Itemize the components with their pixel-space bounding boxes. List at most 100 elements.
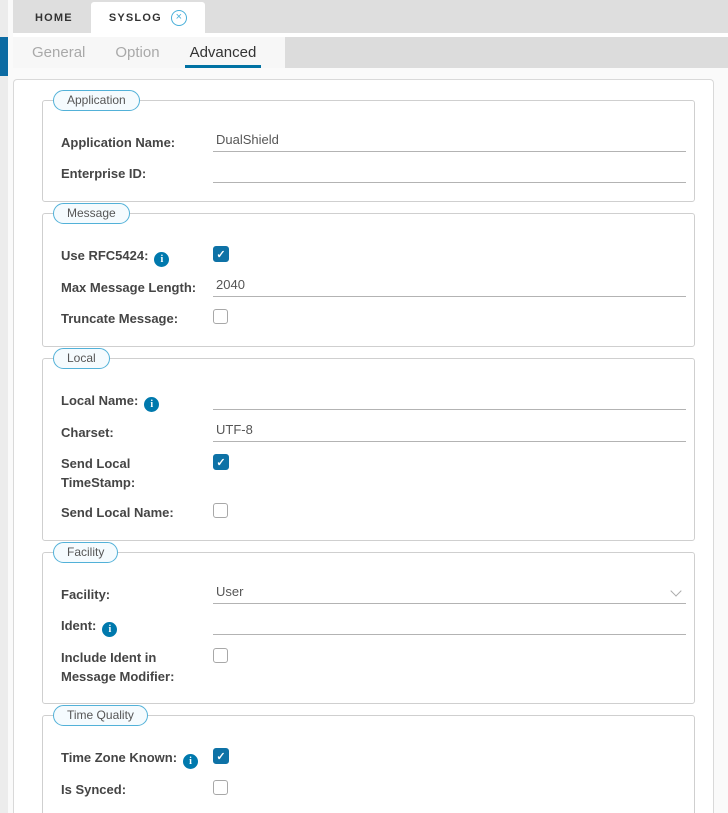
field-control [213,244,686,263]
field-row-facility: Facility: User [61,583,686,605]
application-name-input[interactable]: DualShield [213,131,686,152]
field-label: Max Message Length: [61,276,213,297]
field-row-is-synced: Is Synced: [61,778,686,800]
field-label: Ident:i [61,614,213,637]
field-control: User [213,583,686,604]
tab-syslog-label: SYSLOG [109,12,162,24]
fieldset-rows: Facility: User Ident:i Include Ident in … [61,583,686,686]
field-control [213,389,686,410]
fieldset-legend-pill: Facility [53,542,118,563]
subtab-option[interactable]: Option [113,37,161,68]
ident-value [213,615,216,634]
fieldset-legend-pill: Time Quality [53,705,148,726]
field-row-send-local-name: Send Local Name: [61,501,686,523]
charset-input[interactable]: UTF-8 [213,421,686,442]
field-label: Sync Accuracy (micro seconds): [61,809,213,813]
fieldset-rows: Time Zone Known:i Is Synced: Sync Accura… [61,746,686,813]
field-row-application-name: Application Name: DualShield [61,131,686,153]
field-label: Enterprise ID: [61,162,213,183]
local-name-value [213,390,216,409]
include-ident-in-message-modifier-checkbox[interactable] [213,648,228,663]
field-row-enterprise-id: Enterprise ID: [61,162,686,184]
send-local-timestamp-checkbox[interactable] [213,454,229,470]
is-synced-checkbox[interactable] [213,780,228,795]
field-control [213,614,686,635]
subtab-bar-filler [285,37,728,68]
fieldset-rows: Local Name:i Charset: UTF-8 Send Local T… [61,389,686,523]
sync-accuracy-micro-seconds-input[interactable]: 0 [213,809,686,813]
field-control: 0 [213,809,686,813]
field-row-ident: Ident:i [61,614,686,637]
main-area: HOME SYSLOG × General Option Advanced Ap… [13,0,728,813]
field-row-include-ident-in-message-modifier: Include Ident in Message Modifier: [61,646,686,686]
field-label: Include Ident in Message Modifier: [61,646,213,686]
fieldset-time-quality: Time Quality Time Zone Known:i Is Synced… [42,715,695,813]
send-local-name-checkbox[interactable] [213,503,228,518]
ident-input[interactable] [213,614,686,635]
field-label: Use RFC5424:i [61,244,213,267]
field-label: Truncate Message: [61,307,213,328]
field-label: Charset: [61,421,213,442]
field-control: DualShield [213,131,686,152]
field-label: Local Name:i [61,389,213,412]
field-control [213,452,686,471]
fieldset-facility: Facility Facility: User Ident:i Include … [42,552,695,704]
info-icon[interactable]: i [144,397,159,412]
rail-scroll-indicator[interactable] [0,37,8,76]
field-label: Is Synced: [61,778,213,799]
facility-select[interactable]: User [213,583,686,604]
subtab-general[interactable]: General [30,37,87,68]
field-label: Facility: [61,583,213,604]
enterprise-id-value [213,163,216,182]
field-control: 2040 [213,276,686,297]
field-control [213,162,686,183]
field-control [213,778,686,800]
left-scrollbar-rail [0,0,8,813]
tab-home[interactable]: HOME [17,2,91,33]
tab-home-label: HOME [35,12,73,24]
charset-value: UTF-8 [213,422,253,441]
use-rfc5424-checkbox[interactable] [213,246,229,262]
settings-card: Application Application Name: DualShield… [13,79,714,813]
max-message-length-value: 2040 [213,277,245,296]
field-label: Time Zone Known:i [61,746,213,769]
field-control [213,501,686,523]
form-sections: Application Application Name: DualShield… [42,100,695,813]
fieldset-legend-pill: Application [53,90,140,111]
fieldset-legend-pill: Local [53,348,110,369]
fieldset-local: Local Local Name:i Charset: UTF-8 Send L… [42,358,695,541]
fieldset-rows: Use RFC5424:i Max Message Length: 2040 T… [61,244,686,329]
application-name-value: DualShield [213,132,279,151]
field-row-charset: Charset: UTF-8 [61,421,686,443]
enterprise-id-input[interactable] [213,162,686,183]
close-tab-icon[interactable]: × [171,10,187,26]
field-row-sync-accuracy-micro-seconds: Sync Accuracy (micro seconds): 0 [61,809,686,813]
chevron-down-icon [670,585,681,596]
tab-content: Application Application Name: DualShield… [13,68,728,813]
fieldset-application: Application Application Name: DualShield… [42,100,695,202]
time-zone-known-checkbox[interactable] [213,748,229,764]
subtab-strip: General Option Advanced [13,37,285,68]
tab-syslog[interactable]: SYSLOG × [91,2,205,33]
field-row-local-name: Local Name:i [61,389,686,412]
field-row-send-local-timestamp: Send Local TimeStamp: [61,452,686,492]
fieldset-message: Message Use RFC5424:i Max Message Length… [42,213,695,347]
subtab-advanced[interactable]: Advanced [188,37,259,68]
truncate-message-checkbox[interactable] [213,309,228,324]
info-icon[interactable]: i [102,622,117,637]
info-icon[interactable]: i [154,252,169,267]
field-row-truncate-message: Truncate Message: [61,307,686,329]
field-label: Send Local Name: [61,501,213,522]
field-control: UTF-8 [213,421,686,442]
field-row-time-zone-known: Time Zone Known:i [61,746,686,769]
field-control [213,646,686,668]
field-row-max-message-length: Max Message Length: 2040 [61,276,686,298]
max-message-length-input[interactable]: 2040 [213,276,686,297]
facility-value: User [213,584,243,603]
subtab-bar: General Option Advanced [13,37,728,68]
window-tab-bar: HOME SYSLOG × [13,0,728,33]
info-icon[interactable]: i [183,754,198,769]
fieldset-legend-pill: Message [53,203,130,224]
field-control [213,746,686,765]
local-name-input[interactable] [213,389,686,410]
